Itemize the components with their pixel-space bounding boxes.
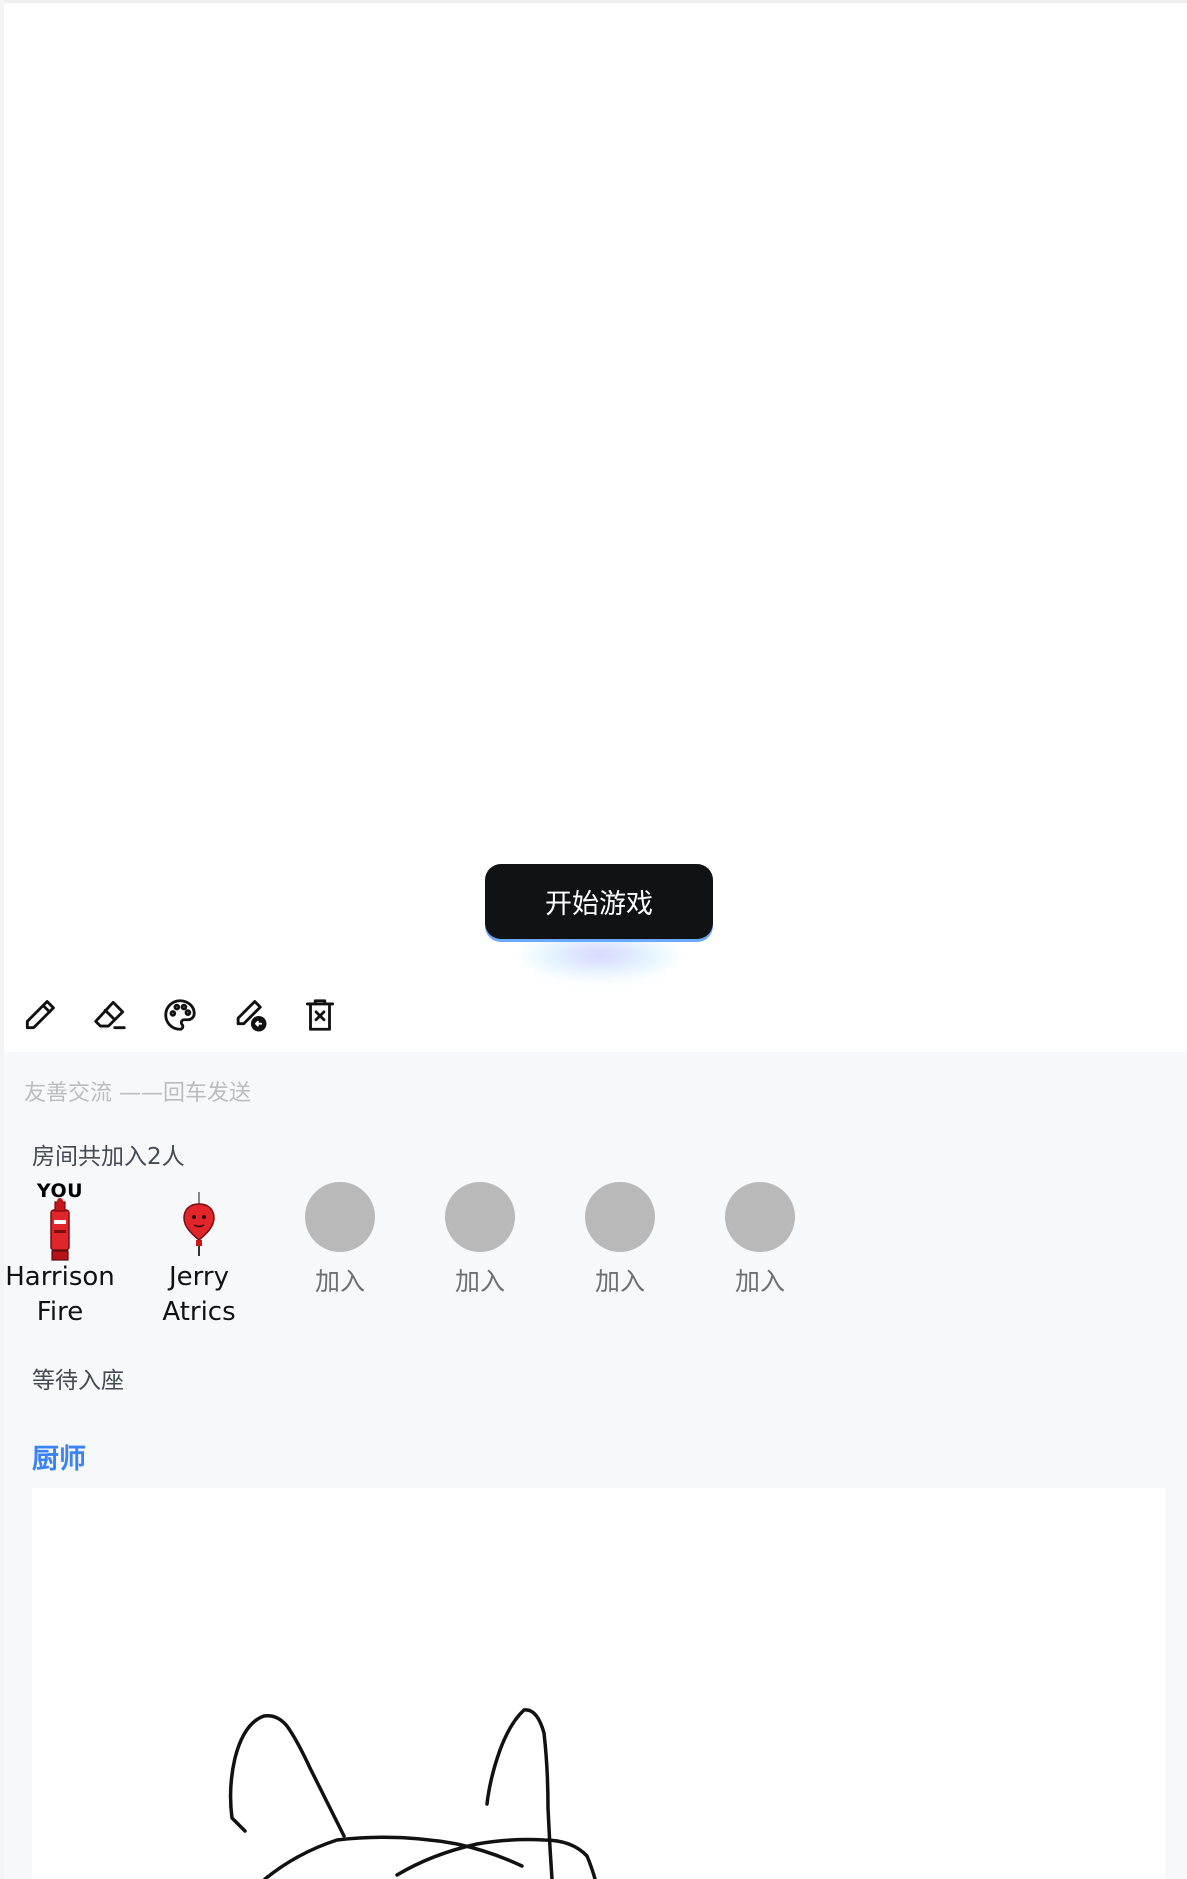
start-game-button[interactable]: 开始游戏 (485, 864, 713, 939)
room-player-count: 房间共加入2人 (32, 1144, 185, 1170)
palette-tool[interactable] (158, 993, 202, 1037)
palette-icon (164, 999, 196, 1031)
cat-sketch (228, 1708, 597, 1879)
game-page: 开始游戏 友善交流 ——回车发送 房间共加入2人 YOU Harrison Fi… (0, 0, 1187, 1879)
join-seat-button[interactable]: 加入 (690, 1262, 830, 1298)
start-game-label: 开始游戏 (545, 889, 653, 920)
fire-extinguisher-avatar (50, 1198, 70, 1261)
pencil-tool[interactable] (18, 993, 62, 1037)
chat-input[interactable] (24, 1078, 624, 1108)
player-name: Jerry Atrics (162, 1262, 236, 1327)
waiting-status: 等待入座 (32, 1368, 124, 1394)
join-seat-button[interactable]: 加入 (270, 1262, 410, 1298)
player-name: Harrison Fire (5, 1262, 115, 1327)
drawing-toolbar (18, 993, 342, 1037)
sketch-preview (32, 1488, 1165, 1879)
empty-seat-avatar[interactable] (445, 1182, 515, 1252)
empty-seat-avatar[interactable] (725, 1182, 795, 1252)
balloon-avatar (183, 1192, 215, 1256)
join-seat-button[interactable]: 加入 (550, 1262, 690, 1298)
join-seat-button[interactable]: 加入 (410, 1262, 550, 1298)
undo-pen-tool[interactable] (228, 993, 272, 1037)
clear-canvas-tool[interactable] (298, 993, 342, 1037)
eraser-tool[interactable] (88, 993, 132, 1037)
clear-canvas-icon (305, 999, 335, 1031)
pencil-icon (25, 1000, 55, 1030)
empty-seat-avatar[interactable] (305, 1182, 375, 1252)
undo-pen-icon (236, 1000, 267, 1032)
role-title: 厨师 (32, 1444, 86, 1475)
empty-seat-avatar[interactable] (585, 1182, 655, 1252)
eraser-icon (94, 1000, 126, 1030)
